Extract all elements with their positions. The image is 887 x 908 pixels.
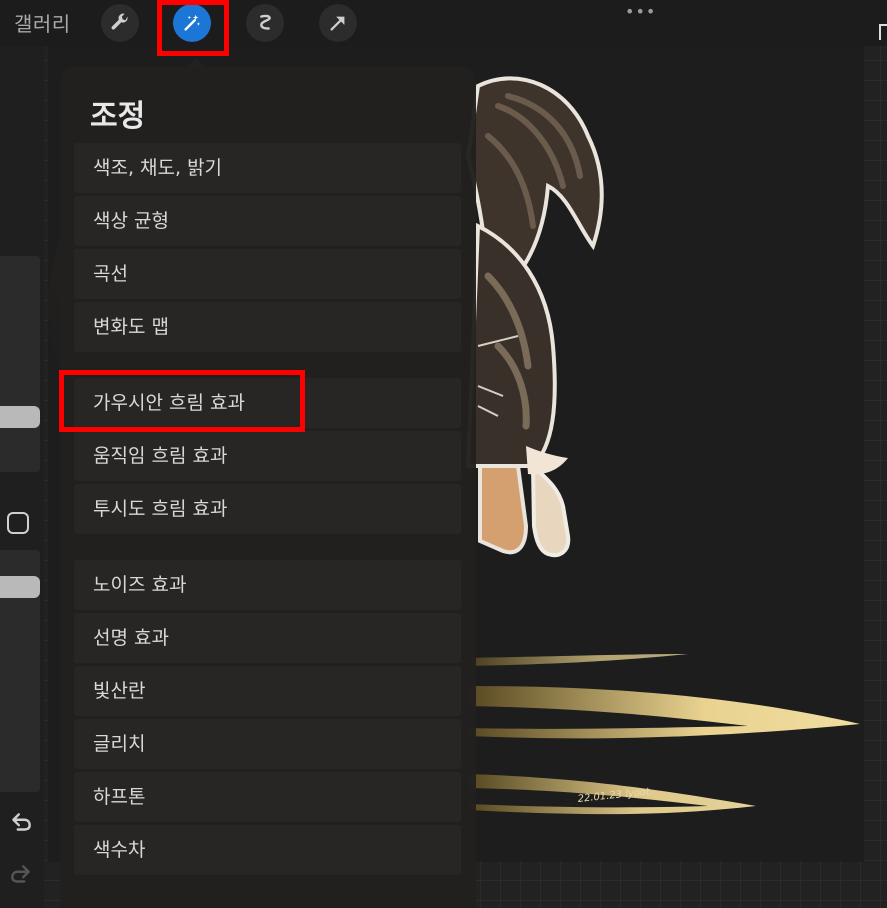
- menu-item-curves[interactable]: 곡선: [74, 249, 461, 299]
- panel-title: 조정: [90, 99, 146, 134]
- gallery-button[interactable]: 갤러리: [14, 8, 71, 37]
- transform-button[interactable]: [319, 4, 357, 42]
- selection-icon: [260, 14, 271, 30]
- brush-size-knob[interactable]: [0, 406, 40, 428]
- modify-button[interactable]: [7, 512, 29, 534]
- menu-item-hue-saturation-brightness[interactable]: 색조, 채도, 밝기: [74, 143, 461, 193]
- actions-button[interactable]: [101, 4, 139, 42]
- brush-size-slider[interactable]: [0, 256, 40, 472]
- menu-item-perspective-blur[interactable]: 투시도 흐림 효과: [74, 484, 461, 534]
- menu-item-gradient-map[interactable]: 변화도 맵: [74, 302, 461, 352]
- procreate-app: 22.01.23 lyoot. 갤러리 ••• 조정 색조, 채도, 밝기 색상…: [0, 0, 887, 908]
- menu-item-halftone[interactable]: 하프톤: [74, 772, 461, 822]
- adjustments-panel: 조정 색조, 채도, 밝기 색상 균형 곡선 변화도 맵 가우시안 흐림 효과 …: [60, 67, 476, 908]
- menu-item-noise[interactable]: 노이즈 효과: [74, 560, 461, 610]
- undo-icon[interactable]: [8, 810, 34, 836]
- menu-item-glitch[interactable]: 글리치: [74, 719, 461, 769]
- corner-indicator: [879, 24, 887, 40]
- selection-button[interactable]: [246, 4, 284, 42]
- menu-item-motion-blur[interactable]: 움직임 흐림 효과: [74, 431, 461, 481]
- opacity-knob[interactable]: [0, 576, 40, 598]
- left-sidebar: [0, 256, 40, 792]
- transform-arrow-icon: [330, 16, 345, 31]
- menu-item-chromatic-aberration[interactable]: 색수차: [74, 825, 461, 875]
- more-options-icon[interactable]: •••: [625, 2, 656, 21]
- menu-item-color-balance[interactable]: 색상 균형: [74, 196, 461, 246]
- highlight-adjustments: [157, 0, 229, 56]
- highlight-gaussian-blur: [59, 370, 305, 432]
- redo-icon[interactable]: [8, 862, 34, 888]
- top-toolbar: 갤러리 •••: [0, 0, 887, 46]
- menu-item-bloom[interactable]: 빛산란: [74, 666, 461, 716]
- wrench-icon: [111, 13, 128, 30]
- menu-item-sharpen[interactable]: 선명 효과: [74, 613, 461, 663]
